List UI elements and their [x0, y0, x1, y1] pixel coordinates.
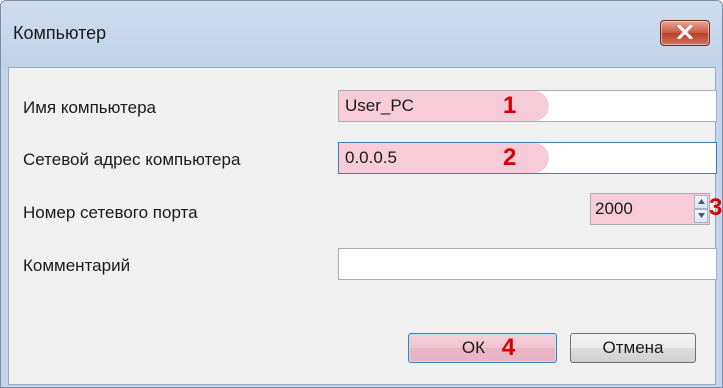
window-title: Компьютер: [13, 23, 107, 43]
network-port-value: 2000: [595, 199, 633, 218]
dialog-body: Имя компьютера User_PC 1 Сетевой адрес к…: [8, 67, 722, 385]
callout-marker-3: 3: [709, 194, 723, 221]
network-address-input[interactable]: 0.0.0.5 2: [338, 142, 717, 174]
title-bar[interactable]: Компьютер: [1, 1, 722, 67]
comment-label: Комментарий: [23, 256, 131, 275]
close-button[interactable]: [660, 20, 710, 46]
chevron-down-icon: [698, 213, 705, 218]
network-address-label: Сетевой адрес компьютера: [23, 150, 241, 169]
ok-button-label: ОК: [461, 338, 486, 357]
cancel-button[interactable]: Отмена: [570, 333, 696, 363]
port-decrement-button[interactable]: [694, 209, 708, 223]
cancel-button-label: Отмена: [602, 338, 664, 357]
dialog-window: Компьютер Имя компьютера User_PC 1 Сетев…: [0, 0, 723, 388]
network-port-label: Номер сетевого порта: [23, 203, 198, 222]
comment-input[interactable]: [338, 248, 717, 280]
computer-name-label: Имя компьютера: [23, 98, 157, 117]
computer-name-value: User_PC: [345, 96, 414, 115]
ok-button[interactable]: ОК 4: [408, 333, 557, 363]
port-increment-button[interactable]: [694, 195, 708, 209]
chevron-up-icon: [698, 199, 705, 204]
callout-marker-2: 2: [503, 144, 517, 171]
callout-marker-4: 4: [501, 334, 516, 361]
computer-name-input[interactable]: User_PC 1: [338, 90, 717, 122]
network-port-stepper[interactable]: 2000: [590, 193, 710, 225]
network-address-value: 0.0.0.5: [345, 148, 397, 167]
close-icon: [677, 25, 693, 39]
callout-marker-1: 1: [503, 92, 517, 119]
